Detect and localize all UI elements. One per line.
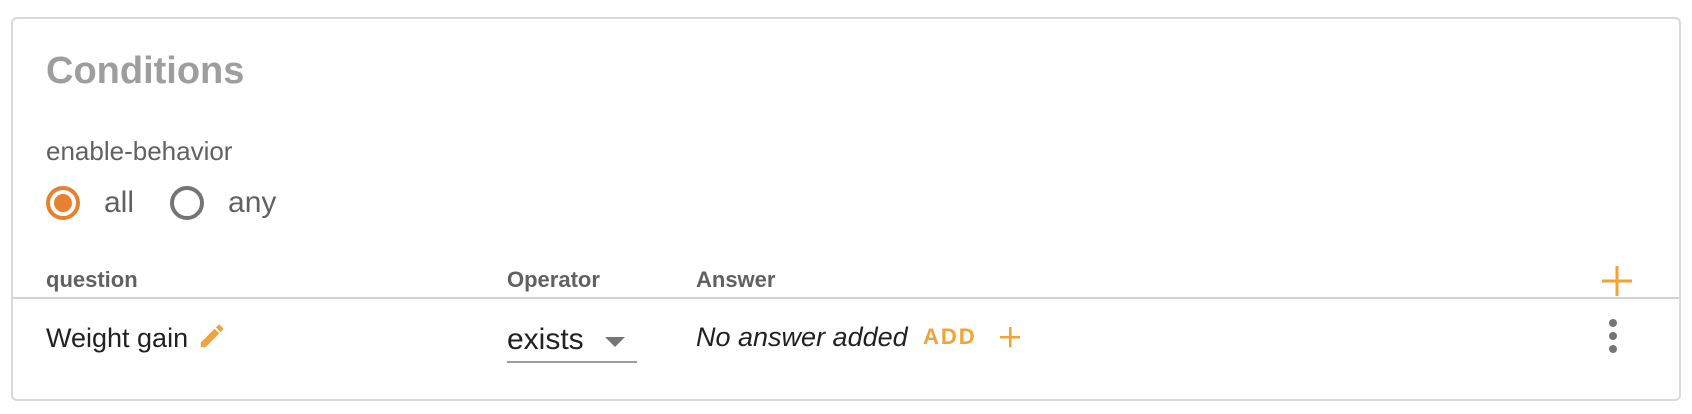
radio-label-any: any (228, 186, 277, 219)
column-header-question: question (46, 267, 138, 292)
radio-label-all: all (104, 186, 135, 219)
radio-option-all[interactable]: all (46, 186, 134, 220)
question-text: Weight gain (46, 323, 189, 353)
add-condition-button[interactable] (1599, 263, 1635, 299)
radio-unchecked-icon[interactable] (170, 186, 205, 220)
panel-title: Conditions (46, 50, 245, 92)
column-header-answer: Answer (696, 267, 776, 292)
conditions-card: Conditions enable-behavior all any quest… (11, 17, 1681, 401)
table-header-row: question Operator Answer (13, 251, 1679, 299)
table-row: Weight gain exists No answer added ADD (13, 299, 1679, 389)
row-menu-button[interactable] (1603, 317, 1623, 357)
radio-checked-icon[interactable] (46, 186, 80, 220)
column-header-operator: Operator (507, 267, 600, 292)
plus-icon (1602, 266, 1632, 296)
plus-icon (999, 327, 1020, 347)
more-vertical-icon (1609, 319, 1617, 353)
no-answer-text: No answer added (696, 322, 908, 352)
caret-down-icon (605, 337, 625, 347)
add-answer-label: ADD (923, 324, 977, 349)
operator-value: exists (507, 323, 584, 356)
add-answer-button[interactable]: ADD (923, 317, 1021, 357)
radio-option-any[interactable]: any (170, 186, 276, 220)
enable-behavior-label: enable-behavior (46, 136, 233, 166)
pencil-icon (200, 324, 224, 348)
operator-select[interactable]: exists (507, 313, 637, 363)
edit-question-button[interactable] (197, 321, 227, 351)
enable-behavior-radio-group: all any (46, 186, 312, 220)
